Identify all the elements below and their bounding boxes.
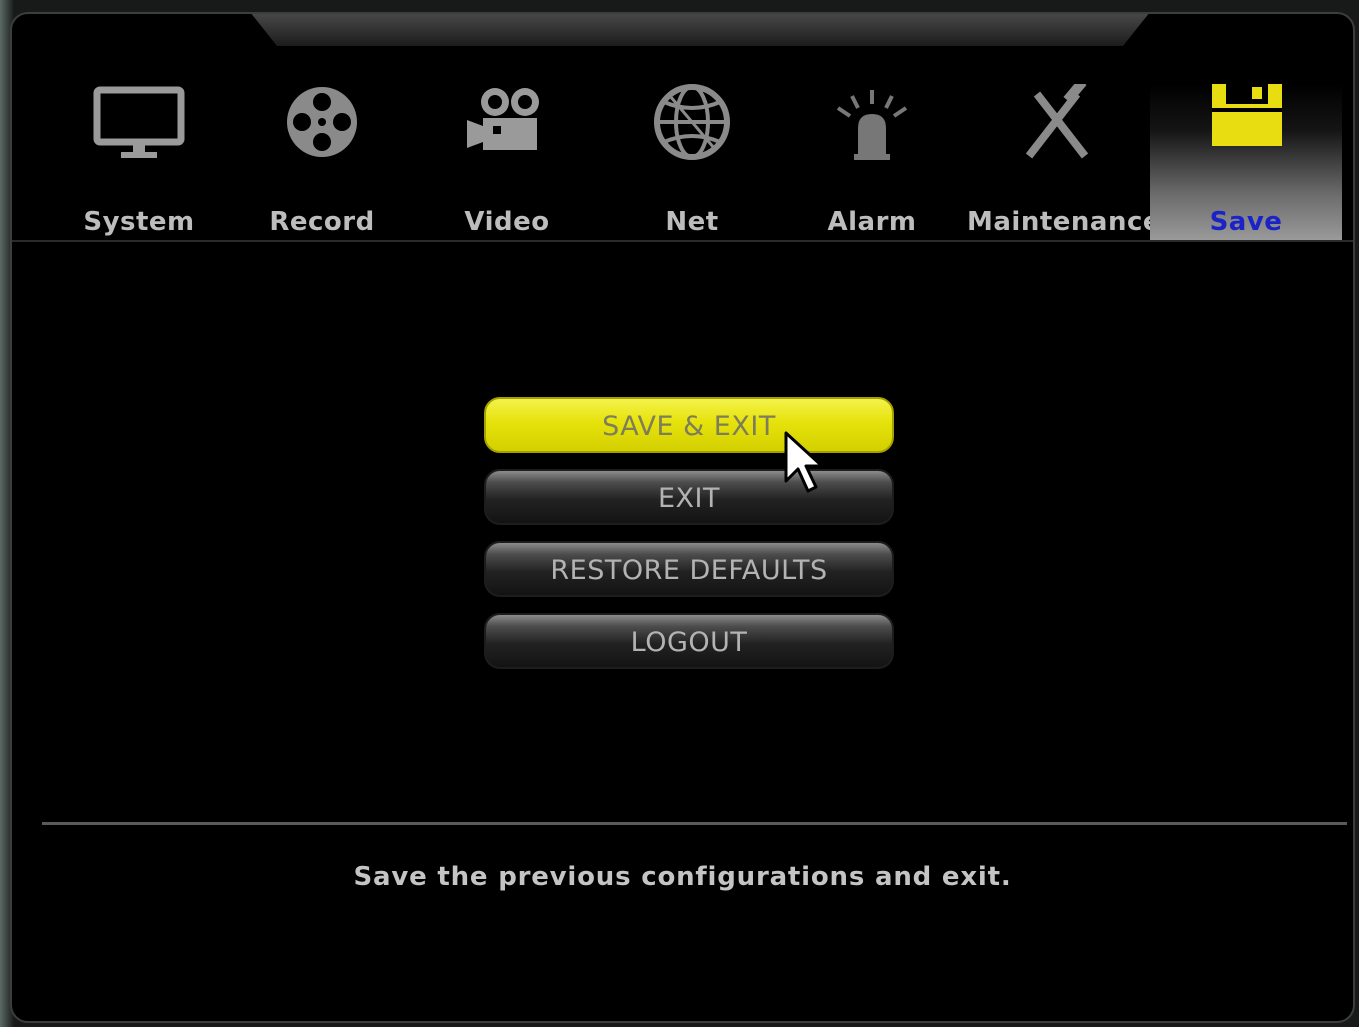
tab-label: Maintenance xyxy=(967,207,1162,237)
globe-icon xyxy=(654,84,730,160)
film-reel-icon xyxy=(287,87,357,157)
tab-maintenance[interactable]: Maintenance xyxy=(967,84,1162,240)
main-tab-bar: System Record Video Net Alarm Maintenanc… xyxy=(12,14,1353,240)
tab-save[interactable]: Save xyxy=(1150,84,1342,240)
tab-divider xyxy=(12,240,1353,242)
mouse-pointer-icon xyxy=(784,431,824,493)
tab-label: Save xyxy=(1209,207,1283,237)
tab-label: Net xyxy=(665,207,719,237)
tab-label: Video xyxy=(464,207,550,237)
save-and-exit-button[interactable]: SAVE & EXIT xyxy=(484,397,894,453)
tab-net[interactable]: Net xyxy=(617,84,767,240)
tab-label: Alarm xyxy=(827,207,917,237)
tab-system[interactable]: System xyxy=(64,84,214,240)
restore-defaults-button[interactable]: RESTORE DEFAULTS xyxy=(484,541,894,597)
setup-menu-window: System Record Video Net Alarm Maintenanc… xyxy=(10,12,1355,1023)
floppy-disk-icon xyxy=(1212,84,1282,146)
tab-label: System xyxy=(83,207,195,237)
tools-icon xyxy=(1025,84,1089,159)
tab-label: Record xyxy=(269,207,375,237)
logout-button[interactable]: LOGOUT xyxy=(484,613,894,669)
exit-button[interactable]: EXIT xyxy=(484,469,894,525)
tab-record[interactable]: Record xyxy=(252,84,392,240)
help-description: Save the previous configurations and exi… xyxy=(353,862,1012,892)
video-camera-icon xyxy=(467,88,539,150)
monitor-icon xyxy=(93,86,185,158)
tab-video[interactable]: Video xyxy=(432,84,582,240)
alarm-siren-icon xyxy=(836,90,908,160)
footer-divider xyxy=(42,822,1347,825)
tab-alarm[interactable]: Alarm xyxy=(802,84,942,240)
